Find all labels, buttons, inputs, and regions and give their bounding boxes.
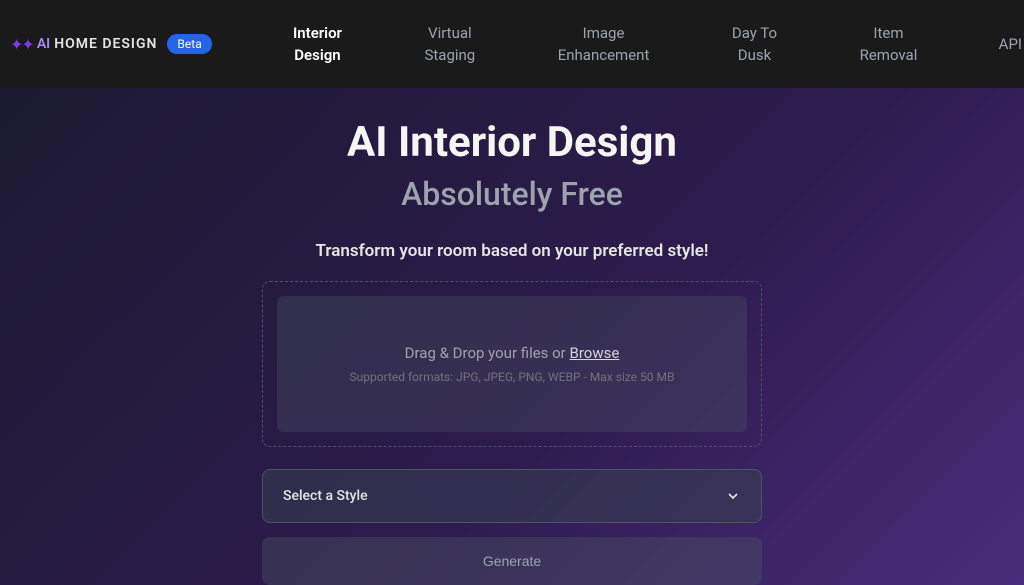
browse-link[interactable]: Browse xyxy=(570,344,620,362)
nav-day-to-dusk[interactable]: Day ToDusk xyxy=(722,22,787,67)
header: ✦✦ AI HOME DESIGN Beta InteriorDesign Vi… xyxy=(0,0,1024,88)
page-description: Transform your room based on your prefer… xyxy=(316,241,709,261)
logo-ai-text: AI xyxy=(37,36,50,52)
main-content: AI Interior Design Absolutely Free Trans… xyxy=(0,88,1024,585)
api-link[interactable]: API xyxy=(999,35,1024,53)
style-select[interactable]: Select a Style xyxy=(262,469,762,523)
page-subtitle: Absolutely Free xyxy=(401,175,623,213)
nav-item-removal[interactable]: ItemRemoval xyxy=(850,22,928,67)
logo: ✦✦ AI HOME DESIGN xyxy=(10,35,157,54)
beta-badge: Beta xyxy=(167,34,211,54)
chevron-down-icon xyxy=(725,488,741,504)
select-placeholder: Select a Style xyxy=(283,488,368,504)
sparkle-icon: ✦✦ xyxy=(10,35,33,54)
page-title: AI Interior Design xyxy=(347,118,677,167)
nav-virtual-staging[interactable]: VirtualStaging xyxy=(414,22,485,67)
upload-dropzone[interactable]: Drag & Drop your files or Browse Support… xyxy=(277,296,747,432)
nav-image-enhancement[interactable]: ImageEnhancement xyxy=(548,22,660,67)
logo-section[interactable]: ✦✦ AI HOME DESIGN Beta xyxy=(10,34,212,54)
upload-hint: Supported formats: JPG, JPEG, PNG, WEBP … xyxy=(297,370,727,384)
generate-button[interactable]: Generate xyxy=(262,537,762,585)
upload-prefix: Drag & Drop your files or xyxy=(405,344,570,362)
main-nav: InteriorDesign VirtualStaging ImageEnhan… xyxy=(212,22,999,67)
logo-main-text: HOME DESIGN xyxy=(54,36,157,52)
upload-container: Drag & Drop your files or Browse Support… xyxy=(262,281,762,447)
nav-interior-design[interactable]: InteriorDesign xyxy=(283,22,352,67)
upload-text: Drag & Drop your files or Browse xyxy=(297,344,727,362)
